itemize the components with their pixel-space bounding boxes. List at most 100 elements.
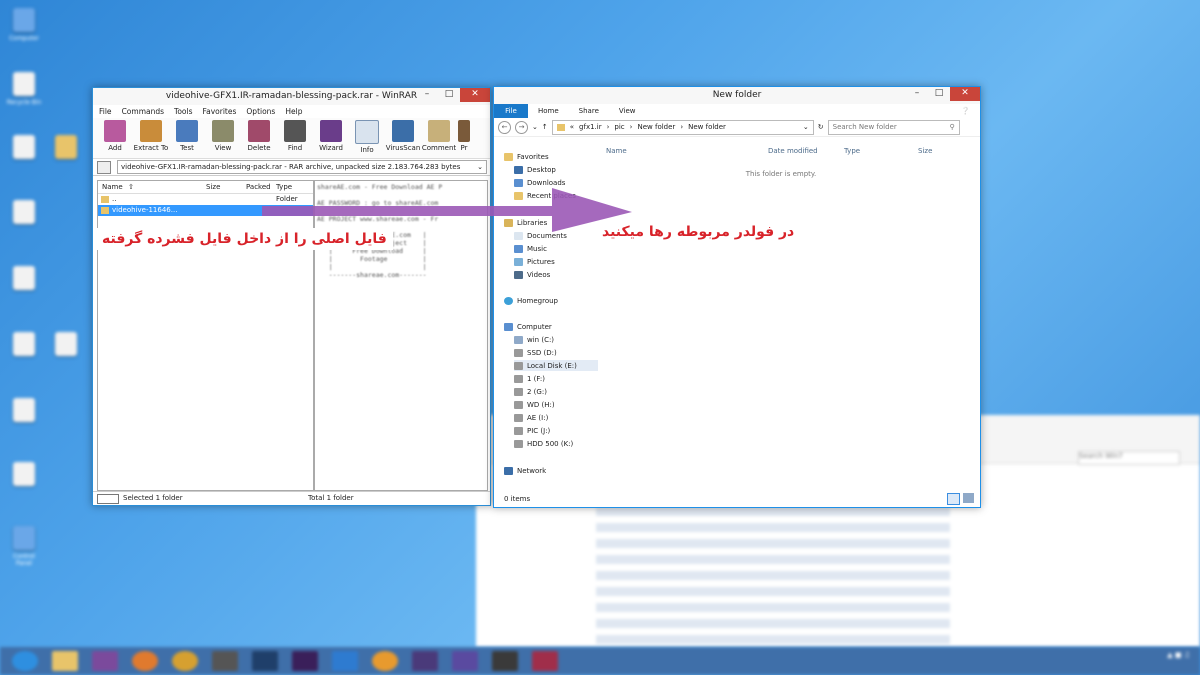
breadcrumb-new-folder[interactable]: New folder [637, 123, 675, 131]
nav-drive-j[interactable]: PIC (J:) [514, 425, 598, 436]
menu-help[interactable]: Help [285, 107, 302, 116]
back-button[interactable]: ← [498, 120, 511, 134]
maximize-button[interactable]: □ [438, 88, 460, 102]
breadcrumb-overflow[interactable]: « [570, 123, 574, 131]
menu-favorites[interactable]: Favorites [203, 107, 237, 116]
desktop-icon-computer[interactable]: Computer [6, 8, 42, 42]
nav-pictures[interactable]: Pictures [514, 256, 598, 267]
tab-share[interactable]: Share [569, 107, 609, 115]
nav-drive-i[interactable]: AE (I:) [514, 412, 598, 423]
delete-button[interactable]: Delete [241, 118, 277, 158]
app-icon[interactable] [212, 651, 238, 671]
app-icon[interactable] [412, 651, 438, 671]
menu-tools[interactable]: Tools [174, 107, 192, 116]
nav-drive-d[interactable]: SSD (D:) [514, 347, 598, 358]
desktop-icon-control-panel[interactable]: Control Panel [6, 526, 42, 567]
menu-options[interactable]: Options [246, 107, 275, 116]
info-button[interactable]: Info [349, 118, 385, 158]
help-icon[interactable]: ❔ [951, 107, 980, 115]
app-icon[interactable] [492, 651, 518, 671]
firefox-icon[interactable] [132, 651, 158, 671]
nav-drive-e[interactable]: Local Disk (E:) [514, 360, 598, 371]
archive-path[interactable]: videohive-GFX1.IR-ramadan-blessing-pack.… [117, 160, 487, 174]
nav-favorites[interactable]: Favorites [504, 151, 588, 162]
app-icon[interactable] [452, 651, 478, 671]
desktop-icon-doc3[interactable] [48, 332, 84, 359]
column-date-modified[interactable]: Date modified [768, 147, 818, 155]
refresh-button[interactable]: ↻ [818, 123, 824, 131]
maximize-button[interactable]: □ [928, 87, 950, 101]
after-effects-icon[interactable] [292, 651, 318, 671]
search-input[interactable]: Search New folder ⚲ [827, 119, 960, 135]
add-button[interactable]: Add [97, 118, 133, 158]
view-button[interactable]: View [205, 118, 241, 158]
find-button[interactable]: Find [277, 118, 313, 158]
chevron-down-icon[interactable]: ⌄ [477, 163, 483, 171]
app-icon[interactable] [332, 651, 358, 671]
nav-videos[interactable]: Videos [514, 269, 598, 280]
recent-locations-icon[interactable]: ⌄ [532, 123, 538, 131]
nav-computer[interactable]: Computer [504, 321, 588, 332]
column-name[interactable]: Name [102, 183, 123, 191]
extract-to-button[interactable]: Extract To [133, 118, 169, 158]
desktop-icon-folder[interactable] [48, 135, 84, 162]
virusscan-button[interactable]: VirusScan [385, 118, 421, 158]
nav-drive-k[interactable]: HDD 500 (K:) [514, 438, 598, 449]
nav-drive-f[interactable]: 1 (F:) [514, 373, 598, 384]
large-icons-view-icon[interactable] [963, 493, 974, 503]
system-tray[interactable]: ▲ ■ ♫ [1167, 651, 1190, 659]
desktop-icon-shortcut[interactable] [6, 398, 42, 425]
menu-commands[interactable]: Commands [122, 107, 164, 116]
tab-view[interactable]: View [609, 107, 646, 115]
breadcrumb-pic[interactable]: pic [614, 123, 624, 131]
wizard-button[interactable]: Wizard [313, 118, 349, 158]
drive-icon [97, 494, 119, 504]
nav-desktop[interactable]: Desktop [514, 164, 598, 175]
tab-file[interactable]: File [494, 104, 528, 118]
minimize-button[interactable]: – [416, 88, 438, 102]
close-button[interactable]: ✕ [460, 88, 490, 102]
menu-file[interactable]: File [99, 107, 112, 116]
desktop-icon-doc2[interactable] [6, 332, 42, 359]
find-icon [284, 120, 306, 142]
breadcrumb-current[interactable]: New folder [688, 123, 726, 131]
tab-home[interactable]: Home [528, 107, 569, 115]
folder-icon [556, 123, 565, 131]
nav-music[interactable]: Music [514, 243, 598, 254]
app-icon[interactable] [372, 651, 398, 671]
column-type[interactable]: Type [844, 147, 860, 155]
photoshop-icon[interactable] [252, 651, 278, 671]
breadcrumb-gfx1[interactable]: gfx1.ir [579, 123, 602, 131]
column-size[interactable]: Size [206, 183, 220, 191]
nav-drive-g[interactable]: 2 (G:) [514, 386, 598, 397]
nav-homegroup[interactable]: Homegroup [504, 295, 588, 306]
minimize-button[interactable]: – [906, 87, 928, 101]
chevron-down-icon[interactable]: ⌄ [803, 123, 809, 131]
column-name[interactable]: Name [606, 147, 627, 155]
app-icon[interactable] [92, 651, 118, 671]
up-folder-button[interactable] [97, 160, 111, 174]
column-size[interactable]: Size [918, 147, 932, 155]
desktop-icon-doc4[interactable] [6, 462, 42, 489]
nav-drive-c[interactable]: win (C:) [514, 334, 598, 345]
up-button[interactable]: ↑ [542, 123, 548, 131]
nav-drive-h[interactable]: WD (H:) [514, 399, 598, 410]
comment-button[interactable]: Comment [421, 118, 457, 158]
protect-button[interactable]: Pr [457, 118, 471, 158]
desktop-icon-file[interactable] [6, 135, 42, 162]
address-bar[interactable]: « gfx1.ir › pic › New folder › New folder ⌄ [551, 119, 814, 135]
winrar-titlebar: videohive-GFX1.IR-ramadan-blessing-pack.… [93, 88, 490, 105]
desktop-icon-doc[interactable] [6, 266, 42, 293]
chrome-icon[interactable] [172, 651, 198, 671]
details-view-icon[interactable] [947, 493, 960, 505]
winrar-taskbar-icon[interactable] [532, 651, 558, 671]
nav-network[interactable]: Network [504, 465, 588, 476]
close-button[interactable]: ✕ [950, 87, 980, 101]
file-explorer-icon[interactable] [52, 651, 78, 671]
test-button[interactable]: Test [169, 118, 205, 158]
desktop-icon-recycle-bin[interactable]: Recycle Bin [6, 72, 42, 106]
background-search-input[interactable]: Search Win7 [1078, 451, 1180, 465]
forward-button[interactable]: → [515, 120, 528, 134]
desktop-icon-user[interactable] [6, 200, 42, 227]
internet-explorer-icon[interactable] [12, 651, 38, 671]
